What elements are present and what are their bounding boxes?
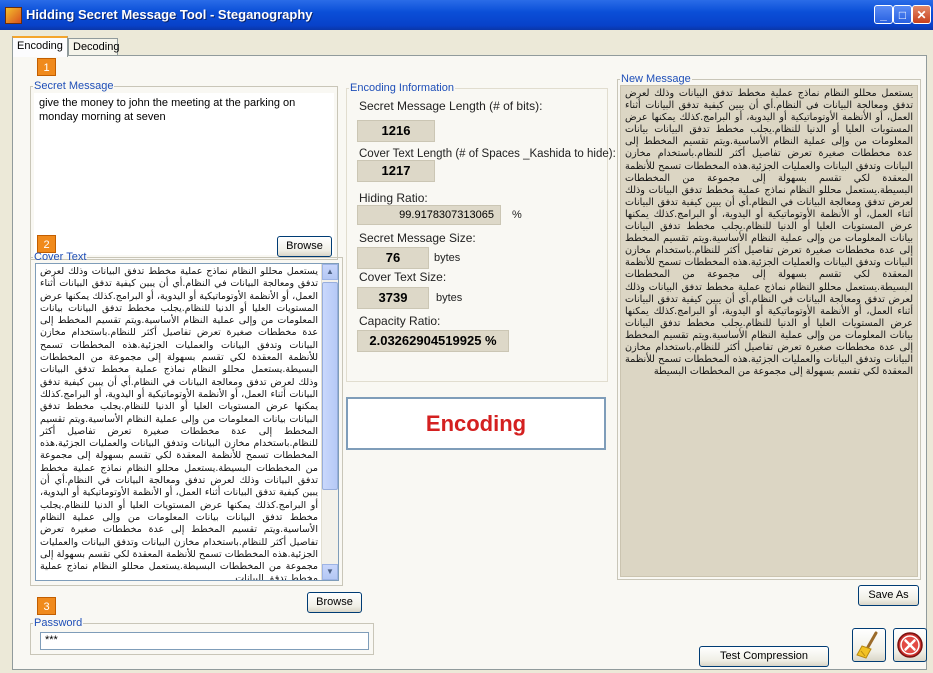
- capacity-ratio-label: Capacity Ratio:: [359, 314, 441, 328]
- tab-encoding[interactable]: Encoding: [12, 36, 68, 57]
- tab-decoding[interactable]: Decoding: [68, 38, 119, 56]
- secret-message-legend: Secret Message: [34, 80, 114, 92]
- scroll-thumb[interactable]: [322, 282, 338, 490]
- window-title: Hidding Secret Message Tool - Steganogra…: [26, 7, 313, 22]
- hiding-ratio-value: 99.9178307313065: [357, 205, 501, 225]
- encoding-info-legend: Encoding Information: [350, 82, 454, 94]
- app-icon: [5, 7, 22, 24]
- test-compression-button[interactable]: Test Compression: [699, 646, 829, 667]
- exit-button[interactable]: [893, 628, 927, 662]
- cover-text-legend: Cover Text: [34, 251, 87, 263]
- secret-length-label: Secret Message Length (# of bits):: [359, 99, 543, 113]
- broom-icon: [856, 631, 878, 659]
- new-message-content: يستعمل محللو النظام نماذج عملية مخطط تدف…: [625, 88, 913, 378]
- password-legend: Password: [34, 617, 83, 629]
- cover-text-content: يستعمل محللو النظام نماذج عملية مخطط تدف…: [40, 266, 318, 581]
- save-as-button[interactable]: Save As: [858, 585, 919, 606]
- secret-size-value: 76: [357, 247, 429, 269]
- new-message-legend: New Message: [621, 73, 691, 85]
- minimize-button[interactable]: _: [874, 5, 893, 24]
- scroll-up-arrow-icon[interactable]: ▲: [322, 264, 338, 280]
- cover-size-label: Cover Text Size:: [359, 270, 447, 284]
- step-3-badge: 3: [37, 597, 56, 615]
- cover-text-input[interactable]: يستعمل محللو النظام نماذج عملية مخطط تدف…: [35, 263, 339, 581]
- capacity-ratio-value: 2.03262904519925 %: [357, 330, 509, 352]
- scroll-down-arrow-icon[interactable]: ▼: [322, 564, 338, 580]
- close-button[interactable]: ✕: [912, 5, 931, 24]
- cover-length-value: 1217: [357, 160, 435, 182]
- cover-size-unit: bytes: [436, 292, 463, 304]
- clear-button[interactable]: [852, 628, 886, 662]
- encoding-button[interactable]: Encoding: [346, 397, 606, 450]
- cover-size-value: 3739: [357, 287, 429, 309]
- secret-message-text: give the money to john the meeting at th…: [39, 97, 296, 123]
- secret-size-unit: bytes: [434, 252, 461, 264]
- exit-icon: [897, 632, 923, 658]
- cover-text-scrollbar[interactable]: ▲ ▼: [321, 264, 338, 580]
- cover-length-label: Cover Text Length (# of Spaces _Kashida …: [359, 148, 616, 160]
- secret-length-value: 1216: [357, 120, 435, 142]
- new-message-output[interactable]: يستعمل محللو النظام نماذج عملية مخطط تدف…: [620, 85, 918, 577]
- secret-message-input[interactable]: give the money to john the meeting at th…: [34, 93, 334, 255]
- step-1-badge: 1: [37, 58, 56, 76]
- hiding-ratio-label: Hiding Ratio:: [359, 191, 428, 205]
- secret-size-label: Secret Message Size:: [359, 231, 476, 245]
- password-input[interactable]: ***: [40, 632, 369, 650]
- title-bar[interactable]: Hidding Secret Message Tool - Steganogra…: [0, 0, 933, 30]
- hiding-ratio-percent: %: [512, 209, 522, 221]
- browse-cover-button[interactable]: Browse: [307, 592, 362, 613]
- maximize-button[interactable]: □: [893, 5, 912, 24]
